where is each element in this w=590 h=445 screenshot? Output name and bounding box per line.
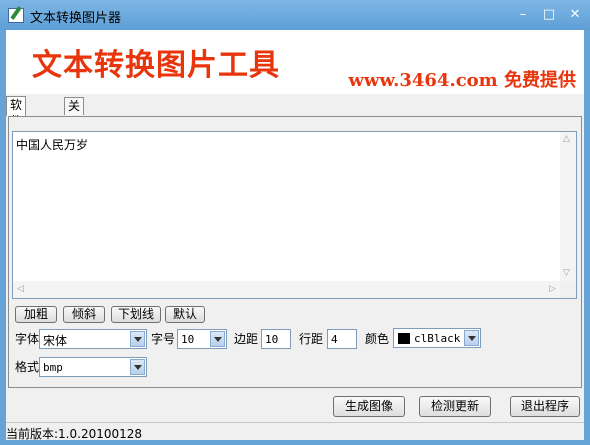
default-button[interactable]: 默认 bbox=[165, 306, 205, 323]
version-text: 当前版本:1.0.20100128 bbox=[6, 427, 143, 441]
title-bar[interactable]: 文本转换图片器 – □ ✕ bbox=[0, 0, 590, 30]
horizontal-scrollbar[interactable]: ◁ ▷ bbox=[13, 281, 562, 298]
margin-label: 边距 bbox=[234, 332, 259, 346]
generate-image-button[interactable]: 生成图像 bbox=[333, 396, 405, 417]
italic-button[interactable]: 倾斜 bbox=[63, 306, 105, 323]
chevron-down-icon[interactable] bbox=[130, 359, 145, 375]
color-value: clBlack bbox=[414, 332, 461, 345]
banner-title: 文本转换图片工具 bbox=[32, 48, 280, 83]
format-label: 格式 bbox=[15, 360, 40, 374]
font-value: 宋体 bbox=[43, 334, 68, 348]
close-icon[interactable]: ✕ bbox=[568, 8, 582, 22]
chevron-down-icon[interactable] bbox=[464, 330, 479, 346]
spacing-label: 行距 bbox=[299, 332, 324, 346]
settings-panel: 中国人民万岁 △ ▽ ◁ ▷ 加粗 倾斜 下划线 默认 字体 宋体 字号 10 … bbox=[8, 116, 582, 388]
text-input-area[interactable]: 中国人民万岁 △ ▽ ◁ ▷ bbox=[12, 131, 577, 299]
size-value: 10 bbox=[181, 333, 195, 346]
format-select[interactable]: bmp bbox=[39, 357, 147, 377]
client-area: 文本转换图片工具 www.3464.com 免费提供 软件设置 关于我们 中国人… bbox=[6, 30, 584, 441]
status-bar: 当前版本:1.0.20100128 bbox=[6, 422, 584, 441]
margin-field[interactable]: 10 bbox=[261, 329, 291, 349]
color-select[interactable]: clBlack bbox=[393, 328, 481, 348]
chevron-down-icon[interactable] bbox=[130, 331, 145, 347]
underline-button[interactable]: 下划线 bbox=[111, 306, 161, 323]
size-select[interactable]: 10 bbox=[177, 329, 227, 349]
app-icon bbox=[8, 8, 24, 23]
vertical-scrollbar[interactable]: △ ▽ bbox=[560, 132, 576, 281]
banner-subtitle: www.3464.com 免费提供 bbox=[348, 70, 576, 91]
scroll-right-icon[interactable]: ▷ bbox=[549, 284, 556, 294]
spacing-value: 4 bbox=[331, 333, 338, 346]
minimize-icon[interactable]: – bbox=[516, 8, 530, 22]
text-content: 中国人民万岁 bbox=[16, 138, 89, 152]
scroll-up-icon[interactable]: △ bbox=[563, 134, 570, 144]
font-label: 字体 bbox=[15, 332, 40, 346]
color-swatch bbox=[398, 333, 410, 344]
scroll-down-icon[interactable]: ▽ bbox=[563, 268, 570, 278]
tab-about[interactable]: 关于我们 bbox=[64, 97, 85, 161]
spacing-field[interactable]: 4 bbox=[327, 329, 357, 349]
font-select[interactable]: 宋体 bbox=[39, 329, 147, 349]
window-title: 文本转换图片器 bbox=[30, 11, 122, 26]
scroll-left-icon[interactable]: ◁ bbox=[17, 284, 24, 294]
check-update-button[interactable]: 检测更新 bbox=[419, 396, 491, 417]
bold-button[interactable]: 加粗 bbox=[15, 306, 57, 323]
tab-settings[interactable]: 软件设置 bbox=[6, 96, 27, 160]
color-label: 颜色 bbox=[365, 332, 390, 346]
maximize-icon[interactable]: □ bbox=[542, 8, 556, 22]
format-value: bmp bbox=[43, 361, 63, 374]
chevron-down-icon[interactable] bbox=[210, 331, 225, 347]
scrollbar-corner bbox=[560, 281, 576, 298]
margin-value: 10 bbox=[265, 333, 279, 346]
exit-button[interactable]: 退出程序 bbox=[510, 396, 580, 417]
banner: 文本转换图片工具 www.3464.com 免费提供 bbox=[6, 30, 584, 94]
app-window: 文本转换图片器 – □ ✕ 文本转换图片工具 www.3464.com 免费提供… bbox=[0, 0, 590, 445]
size-label: 字号 bbox=[151, 332, 176, 346]
